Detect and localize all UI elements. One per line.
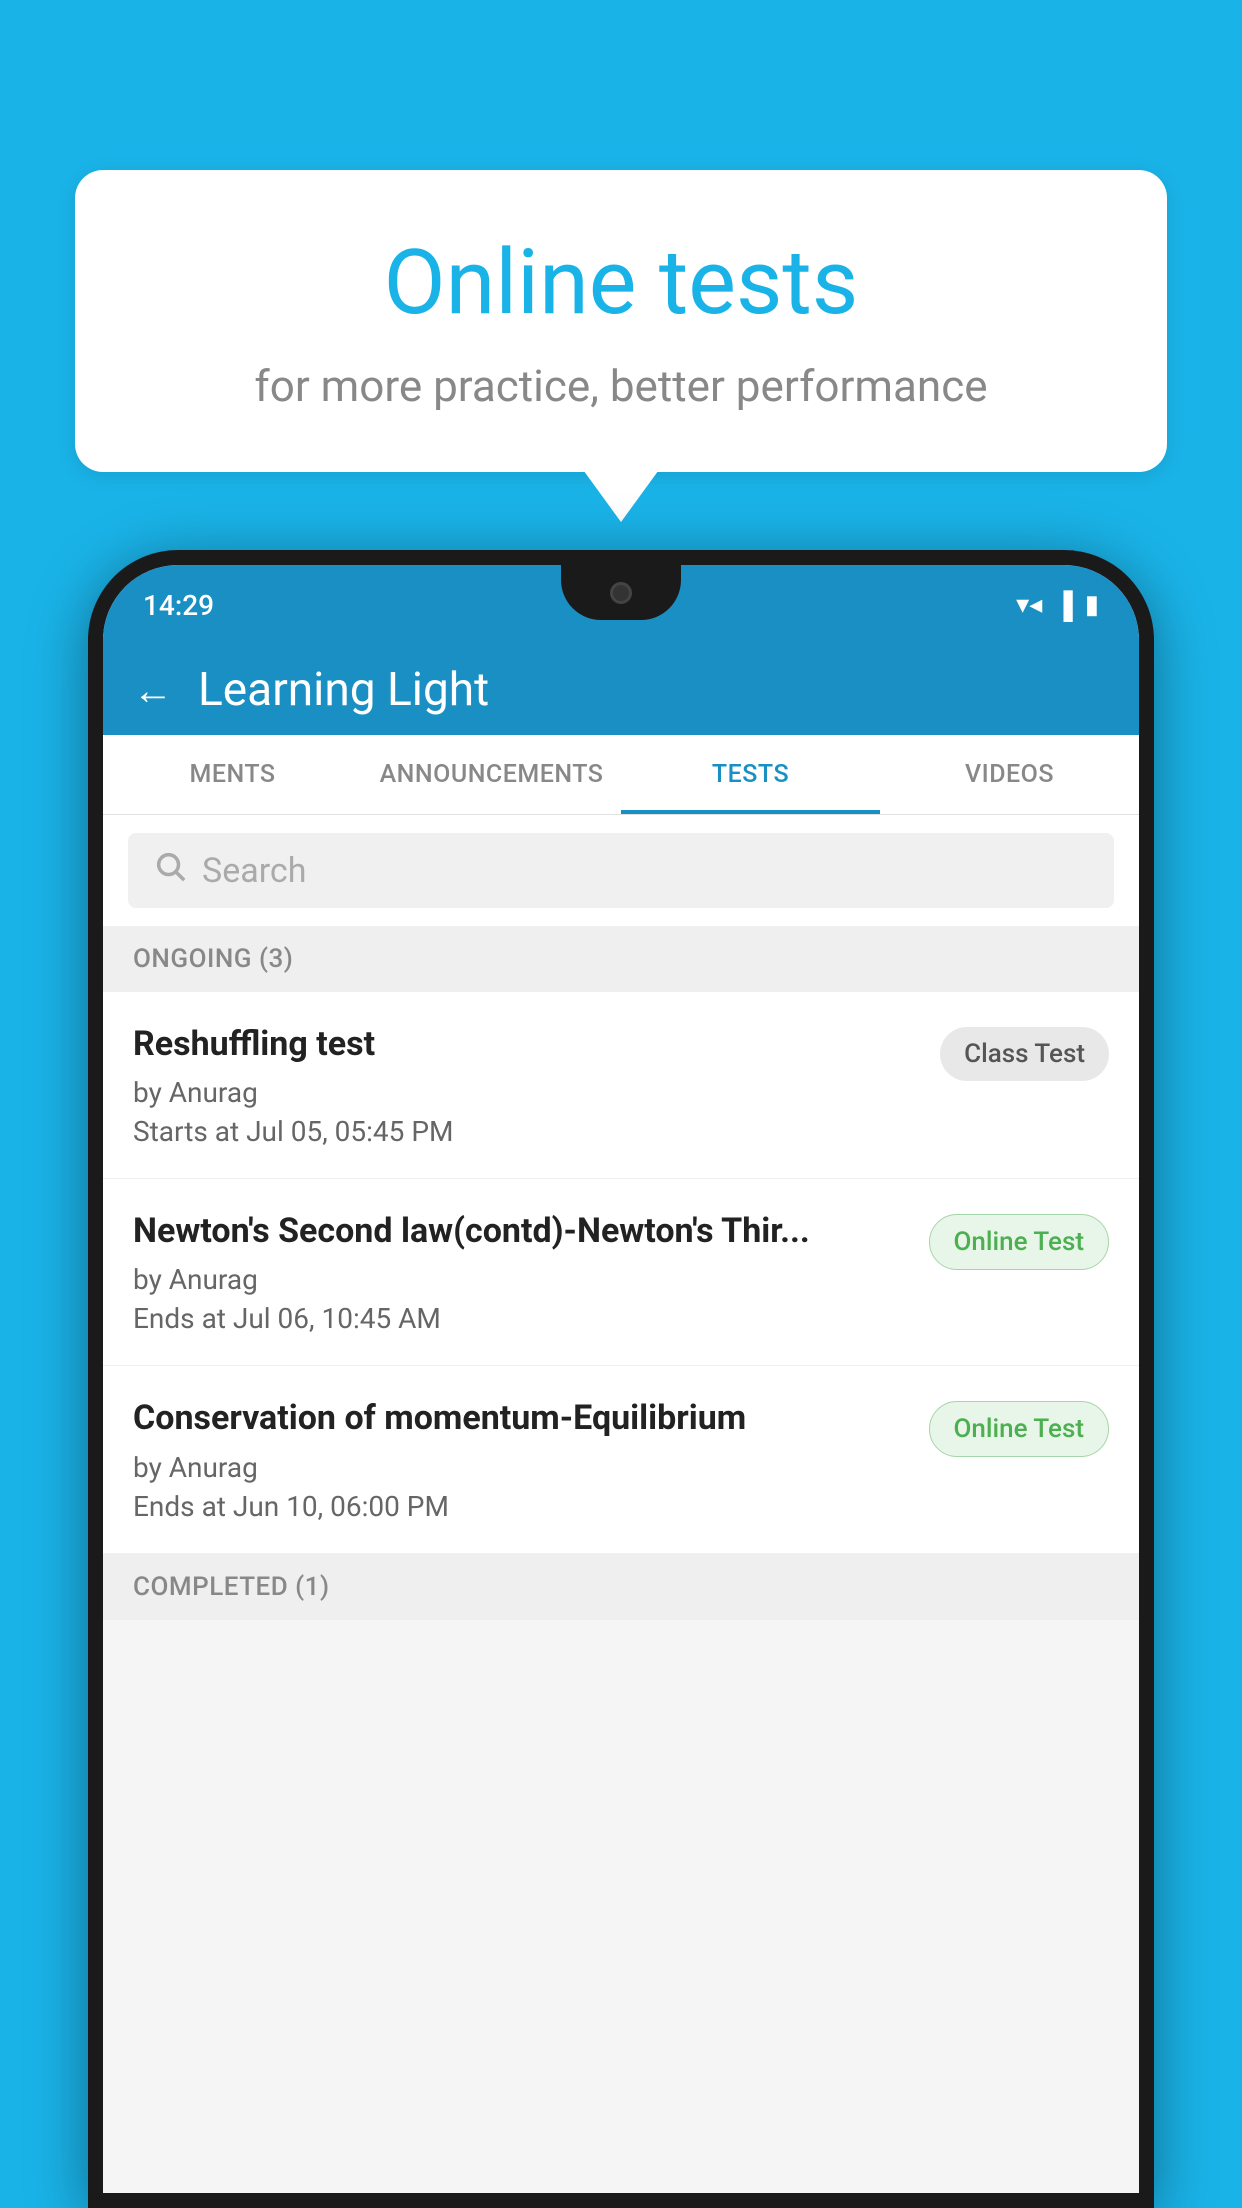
test-info: Newton's Second law(contd)-Newton's Thir… [133, 1209, 909, 1335]
tab-videos[interactable]: VIDEOS [880, 735, 1139, 814]
app-header: ← Learning Light [103, 645, 1139, 735]
ongoing-title: ONGOING (3) [133, 944, 293, 974]
status-time: 14:29 [143, 589, 214, 622]
search-container: Search [103, 815, 1139, 926]
camera [610, 582, 632, 604]
test-item[interactable]: Conservation of momentum-Equilibrium by … [103, 1366, 1139, 1553]
tab-tests[interactable]: TESTS [621, 735, 880, 814]
search-icon [153, 849, 187, 892]
completed-section-header: COMPLETED (1) [103, 1554, 1139, 1620]
phone-screen: 14:29 ▾◂ ▐ ▮ ← Learning Light MENTS ANNO… [103, 565, 1139, 2193]
signal-icon: ▐ [1054, 590, 1072, 621]
tab-ments[interactable]: MENTS [103, 735, 362, 814]
phone-notch [561, 565, 681, 620]
tabs-container: MENTS ANNOUNCEMENTS TESTS VIDEOS [103, 735, 1139, 815]
search-input-wrapper[interactable]: Search [128, 833, 1114, 908]
test-author: by Anurag [133, 1263, 909, 1296]
test-list: Reshuffling test by Anurag Starts at Jul… [103, 992, 1139, 1554]
test-badge-online: Online Test [929, 1401, 1110, 1457]
test-date: Starts at Jul 05, 05:45 PM [133, 1115, 920, 1148]
tab-announcements[interactable]: ANNOUNCEMENTS [362, 735, 621, 814]
status-bar: 14:29 ▾◂ ▐ ▮ [103, 565, 1139, 645]
test-item[interactable]: Reshuffling test by Anurag Starts at Jul… [103, 992, 1139, 1179]
speech-bubble-title: Online tests [155, 230, 1087, 335]
completed-title: COMPLETED (1) [133, 1572, 330, 1602]
test-date: Ends at Jul 06, 10:45 AM [133, 1302, 909, 1335]
test-date: Ends at Jun 10, 06:00 PM [133, 1490, 909, 1523]
battery-icon: ▮ [1085, 590, 1099, 620]
test-info: Reshuffling test by Anurag Starts at Jul… [133, 1022, 920, 1148]
back-button[interactable]: ← [133, 667, 173, 714]
speech-bubble-subtitle: for more practice, better performance [155, 360, 1087, 412]
wifi-icon: ▾◂ [1016, 590, 1042, 620]
test-name: Conservation of momentum-Equilibrium [133, 1396, 909, 1440]
test-author: by Anurag [133, 1076, 920, 1109]
test-author: by Anurag [133, 1451, 909, 1484]
test-name: Newton's Second law(contd)-Newton's Thir… [133, 1209, 909, 1253]
phone-frame: 14:29 ▾◂ ▐ ▮ ← Learning Light MENTS ANNO… [88, 550, 1154, 2208]
ongoing-section-header: ONGOING (3) [103, 926, 1139, 992]
test-name: Reshuffling test [133, 1022, 920, 1066]
test-item[interactable]: Newton's Second law(contd)-Newton's Thir… [103, 1179, 1139, 1366]
test-info: Conservation of momentum-Equilibrium by … [133, 1396, 909, 1522]
test-badge-class: Class Test [940, 1027, 1109, 1081]
search-placeholder: Search [202, 851, 306, 891]
test-badge-online: Online Test [929, 1214, 1110, 1270]
status-icons: ▾◂ ▐ ▮ [1016, 590, 1099, 621]
app-title: Learning Light [198, 663, 489, 717]
speech-bubble: Online tests for more practice, better p… [75, 170, 1167, 472]
